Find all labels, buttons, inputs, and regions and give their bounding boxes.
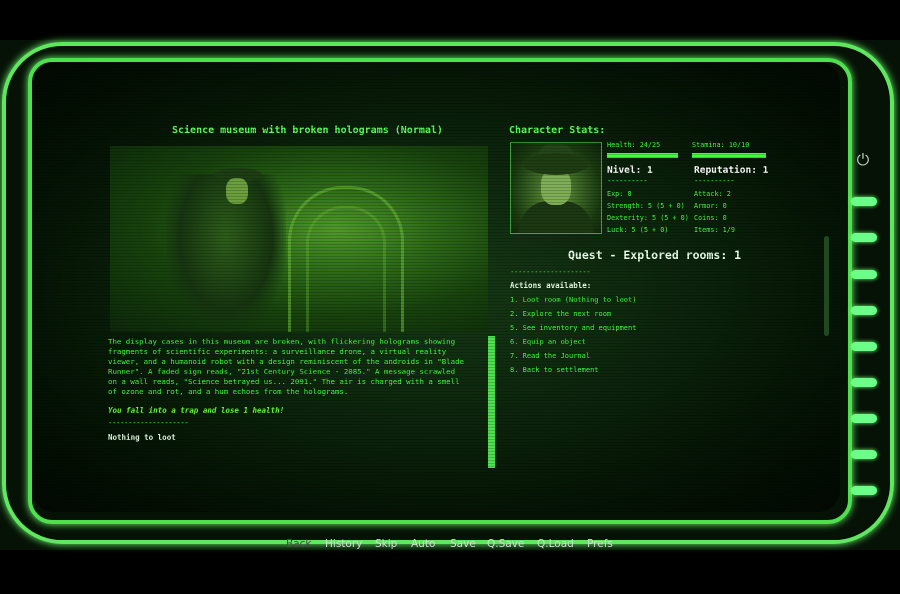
side-button-4[interactable] xyxy=(851,306,877,315)
quick-save-button[interactable]: Q.Save xyxy=(487,538,524,550)
loot-result: Nothing to loot xyxy=(108,433,176,442)
attack-stat: Attack: 2 xyxy=(694,190,731,198)
armor-stat: Armor: 0 xyxy=(694,202,727,210)
side-button-3[interactable] xyxy=(851,270,877,279)
dexterity-stat: Dexterity: 5 (5 + 0) xyxy=(607,214,689,222)
quest-separator: -------------------- xyxy=(510,267,591,276)
crt-screen: Science museum with broken holograms (No… xyxy=(32,62,840,512)
save-button[interactable]: Save xyxy=(450,538,476,550)
text-scrollbar[interactable] xyxy=(488,336,495,468)
side-rail xyxy=(824,236,829,336)
quick-menu: Back History Skip Auto Save Q.Save Q.Loa… xyxy=(0,536,900,554)
character-portrait xyxy=(510,142,602,234)
action-explore-next-room[interactable]: 2. Explore the next room xyxy=(510,310,611,318)
side-button-8[interactable] xyxy=(851,450,877,459)
back-button[interactable]: Back xyxy=(286,538,312,550)
power-icon[interactable]: ⏻ xyxy=(853,150,873,170)
room-title: Science museum with broken holograms (No… xyxy=(172,125,443,136)
explorer-head xyxy=(226,178,248,204)
exp-stat: Exp: 0 xyxy=(607,190,632,198)
skip-button[interactable]: Skip xyxy=(375,538,397,550)
quick-load-button[interactable]: Q.Load xyxy=(537,538,574,550)
side-button-5[interactable] xyxy=(851,342,877,351)
event-message: You fall into a trap and lose 1 health! xyxy=(108,406,285,415)
quest-status: Quest - Explored rooms: 1 xyxy=(568,248,742,262)
items-stat: Items: 1/9 xyxy=(694,226,735,234)
room-scene-image xyxy=(110,146,488,332)
stamina-label: Stamina: 10/10 xyxy=(692,141,750,149)
action-loot-room[interactable]: 1. Loot room (Nothing to loot) xyxy=(510,296,636,304)
reputation-label: Reputation: 1 xyxy=(694,165,769,176)
coins-stat: Coins: 0 xyxy=(694,214,727,222)
side-button-1[interactable] xyxy=(851,197,877,206)
strength-stat: Strength: 5 (5 + 0) xyxy=(607,202,685,210)
stats-left-separator: ---------- xyxy=(607,176,648,185)
side-button-2[interactable] xyxy=(851,233,877,242)
auto-button[interactable]: Auto xyxy=(411,538,435,550)
action-back-to-settlement[interactable]: 8. Back to settlement xyxy=(510,366,599,374)
action-see-inventory[interactable]: 5. See inventory and equipment xyxy=(510,324,636,332)
action-equip-object[interactable]: 6. Equip an object xyxy=(510,338,586,346)
event-separator: -------------------- xyxy=(108,418,189,427)
stamina-bar xyxy=(692,153,766,158)
portrait-coat xyxy=(519,201,593,233)
health-label: Health: 24/25 xyxy=(607,141,661,149)
luck-stat: Luck: 5 (5 + 0) xyxy=(607,226,669,234)
health-bar xyxy=(607,153,678,158)
level-label: Nivel: 1 xyxy=(607,165,653,176)
side-button-6[interactable] xyxy=(851,378,877,387)
stats-title: Character Stats: xyxy=(509,125,606,136)
actions-title: Actions available: xyxy=(510,281,592,290)
preferences-button[interactable]: Prefs xyxy=(587,538,613,550)
stats-right-separator: ---------- xyxy=(694,176,735,185)
action-read-journal[interactable]: 7. Read the Journal xyxy=(510,352,590,360)
history-button[interactable]: History xyxy=(325,538,362,550)
room-description: The display cases in this museum are bro… xyxy=(108,337,464,396)
inner-archway-shape xyxy=(306,206,386,332)
side-button-9[interactable] xyxy=(851,486,877,495)
portrait-hat-brim xyxy=(523,153,589,175)
side-button-7[interactable] xyxy=(851,414,877,423)
